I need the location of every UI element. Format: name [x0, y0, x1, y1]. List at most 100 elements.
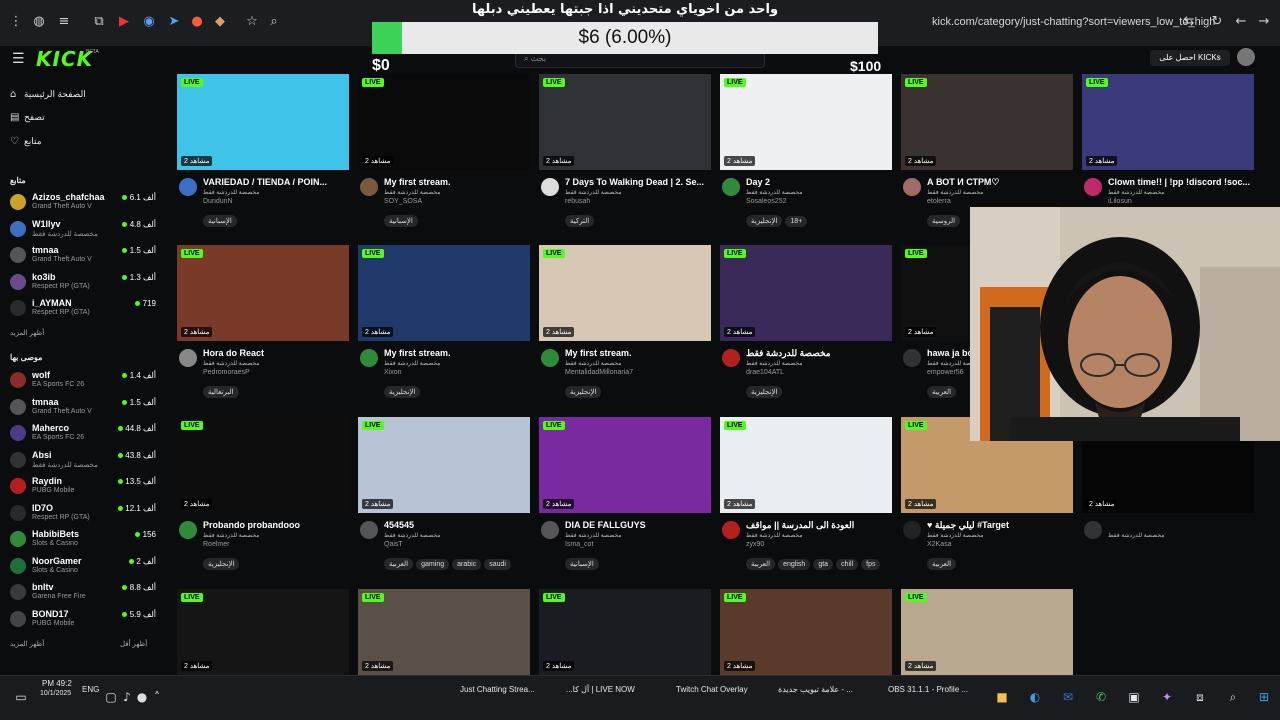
stream-card[interactable]: LIVE 2 مشاهد DIA DE FALLGUYS مخصصة للدردشة …: [539, 417, 711, 570]
taskbar-app-0[interactable]: Just Chatting Strea...: [460, 685, 535, 694]
fire-icon[interactable]: ●: [189, 14, 205, 30]
stream-thumbnail[interactable]: LIVE 2 مشاهد: [720, 74, 892, 170]
stream-thumbnail[interactable]: LIVE 2 مشاهد: [539, 417, 711, 513]
stream-title[interactable]: My first stream.: [384, 348, 530, 358]
stream-card[interactable]: LIVE 2 مشاهد My first stream. مخصصة للدردشة…: [358, 74, 530, 227]
stream-category[interactable]: مخصصة للدردشة فقط: [1108, 189, 1164, 196]
stream-card[interactable]: LIVE 2 مشاهد: [901, 589, 1073, 675]
streamer-avatar[interactable]: [722, 521, 740, 539]
stream-thumbnail[interactable]: LIVE 2 مشاهد: [358, 74, 530, 170]
hamburger-menu-icon[interactable]: ☰: [12, 50, 25, 67]
stream-tag[interactable]: gaming: [416, 559, 450, 570]
taskbar-app-2[interactable]: Twitch Chat Overlay: [676, 685, 748, 694]
stream-tag[interactable]: 18+: [785, 216, 808, 227]
stream-thumbnail[interactable]: LIVE 2 مشاهد: [358, 245, 530, 341]
stream-tag[interactable]: english: [778, 559, 811, 570]
stream-tag[interactable]: saudi: [484, 559, 511, 570]
store-icon[interactable]: ▣: [1127, 690, 1141, 704]
stream-title[interactable]: My first stream.: [384, 177, 530, 187]
user-avatar[interactable]: [1237, 48, 1255, 66]
streamer-avatar[interactable]: [722, 349, 740, 367]
streamer-name[interactable]: rebusah: [565, 198, 590, 205]
streamer-avatar[interactable]: [360, 178, 378, 196]
stream-thumbnail[interactable]: LIVE 2 مشاهد: [539, 245, 711, 341]
notification-icon[interactable]: ▭: [14, 690, 28, 704]
sidebar-channel[interactable]: Maherco EA Sports FC 26 44.8 ألف: [10, 423, 156, 445]
stream-category[interactable]: مخصصة للدردشة فقط: [927, 189, 983, 196]
stream-category[interactable]: مخصصة للدردشة فقط: [203, 360, 259, 367]
stream-title[interactable]: Hora do React: [203, 348, 349, 358]
taskbar-app-1[interactable]: ...أل كا | LIVE NOW: [566, 685, 635, 694]
forward-icon[interactable]: →: [1256, 14, 1272, 30]
outlook-icon[interactable]: ✉: [1061, 690, 1075, 704]
stream-category[interactable]: مخصصة للدردشة فقط: [203, 189, 259, 196]
streamer-name[interactable]: Xixon: [384, 369, 402, 376]
streamer-name[interactable]: DundunN: [203, 198, 233, 205]
sidebar-channel[interactable]: tmnaa Grand Theft Auto V 1.5 ألف: [10, 397, 156, 419]
clock-date[interactable]: 10/1/2025: [40, 690, 71, 697]
star-icon[interactable]: ☆: [244, 14, 260, 30]
streamer-avatar[interactable]: [179, 521, 197, 539]
sidebar-icon[interactable]: ⇆: [1181, 14, 1197, 30]
stream-card[interactable]: LIVE 2 مشاهد VARIEDAD / TIENDA / POIN... مخ…: [177, 74, 349, 227]
stream-thumbnail[interactable]: LIVE 2 مشاهد: [177, 589, 349, 675]
stream-tag[interactable]: chill: [836, 559, 859, 570]
stream-category[interactable]: مخصصة للدردشة فقط: [1108, 532, 1164, 539]
stream-card[interactable]: LIVE 2 مشاهد: [539, 589, 711, 675]
streamer-avatar[interactable]: [1084, 178, 1102, 196]
sidebar-channel[interactable]: bnltv Garena Free Fire 8.8 ألف: [10, 582, 156, 604]
start-icon[interactable]: ⊞: [1257, 690, 1271, 704]
stream-category[interactable]: مخصصة للدردشة فقط: [746, 360, 802, 367]
stream-title[interactable]: VARIEDAD / TIENDA / POIN...: [203, 177, 349, 187]
stream-tag[interactable]: العربية: [927, 386, 957, 398]
stream-card[interactable]: LIVE 2 مشاهد العودة الى المدرسة || مواقف مخ…: [720, 417, 892, 570]
sidebar-channel[interactable]: tmnaa Grand Theft Auto V 1.5 ألف: [10, 245, 156, 267]
streamer-avatar[interactable]: [179, 178, 197, 196]
tabs-icon[interactable]: ≡: [56, 14, 72, 30]
streamer-name[interactable]: etolerra: [927, 198, 951, 205]
stream-thumbnail[interactable]: LIVE 2 مشاهد: [720, 245, 892, 341]
sidebar-nav-1[interactable]: ▤ تصفح: [10, 112, 45, 126]
stream-title[interactable]: مخصصة للدردشة فقط: [746, 348, 892, 359]
stream-tag[interactable]: الإنجليزية: [746, 386, 783, 398]
streamer-avatar[interactable]: [541, 178, 559, 196]
wave-icon[interactable]: ◉: [141, 14, 157, 30]
stream-title[interactable]: Clown time!! | !pp !discord !soc...: [1108, 177, 1254, 187]
sidebar-channel[interactable]: Absi مخصصة للدردشة فقط 43.8 ألف: [10, 450, 156, 472]
stream-thumbnail[interactable]: LIVE 2 مشاهد: [901, 74, 1073, 170]
stream-thumbnail[interactable]: LIVE 2 مشاهد: [177, 417, 349, 513]
arrow-icon[interactable]: ➤: [166, 14, 182, 30]
stream-category[interactable]: مخصصة للدردشة فقط: [746, 532, 802, 539]
microphone-icon[interactable]: ●: [135, 690, 149, 704]
stream-title[interactable]: العودة الى المدرسة || مواقف: [746, 520, 892, 531]
streamer-name[interactable]: Sosaleos252: [746, 198, 786, 205]
stream-category[interactable]: مخصصة للدردشة فقط: [384, 360, 440, 367]
get-kicks-button[interactable]: احصل على KICKs: [1150, 50, 1230, 66]
stream-thumbnail[interactable]: LIVE 2 مشاهد: [720, 589, 892, 675]
shield-icon[interactable]: ◆: [212, 14, 228, 30]
stream-card[interactable]: LIVE 2 مشاهد Probando probandooo مخصصة للدر…: [177, 417, 349, 570]
address-bar[interactable]: kick.com/category/just-chatting?sort=vie…: [932, 16, 1215, 28]
stream-tag[interactable]: الإسبانية: [203, 215, 237, 227]
streamer-name[interactable]: empower56: [927, 369, 964, 376]
stream-tag[interactable]: الإنجليزية: [203, 558, 240, 570]
stream-card[interactable]: LIVE 2 مشاهد My first stream. مخصصة للدردشة…: [539, 245, 711, 398]
youtube-icon[interactable]: ▶: [116, 14, 132, 30]
taskbar-app-3[interactable]: علامة تبويب جديدة - ...: [778, 685, 853, 694]
stream-card[interactable]: LIVE 2 مشاهد: [177, 589, 349, 675]
streamer-avatar[interactable]: [541, 349, 559, 367]
stream-card[interactable]: LIVE 2 مشاهد 7 Days To Walking Dead | 2. S…: [539, 74, 711, 227]
streamer-name[interactable]: drae104ATL: [746, 369, 784, 376]
tablet-icon[interactable]: ▢: [104, 690, 118, 704]
stream-category[interactable]: مخصصة للدردشة فقط: [746, 189, 802, 196]
copilot-icon[interactable]: ✦: [1160, 690, 1174, 704]
show-less-recommended[interactable]: أظهر أقل: [120, 640, 147, 648]
streamer-avatar[interactable]: [903, 178, 921, 196]
streamer-name[interactable]: PedromoraesP: [203, 369, 250, 376]
sidebar-channel[interactable]: HabibiBets Slots & Casino 156: [10, 529, 156, 551]
stream-title[interactable]: 7 Days To Walking Dead | 2. Se...: [565, 177, 711, 187]
file-explorer-icon[interactable]: ■: [995, 690, 1009, 704]
streamer-avatar[interactable]: [903, 521, 921, 539]
stream-title[interactable]: А ВОТ И СТРМ♡: [927, 177, 1073, 188]
streamer-avatar[interactable]: [1084, 521, 1102, 539]
